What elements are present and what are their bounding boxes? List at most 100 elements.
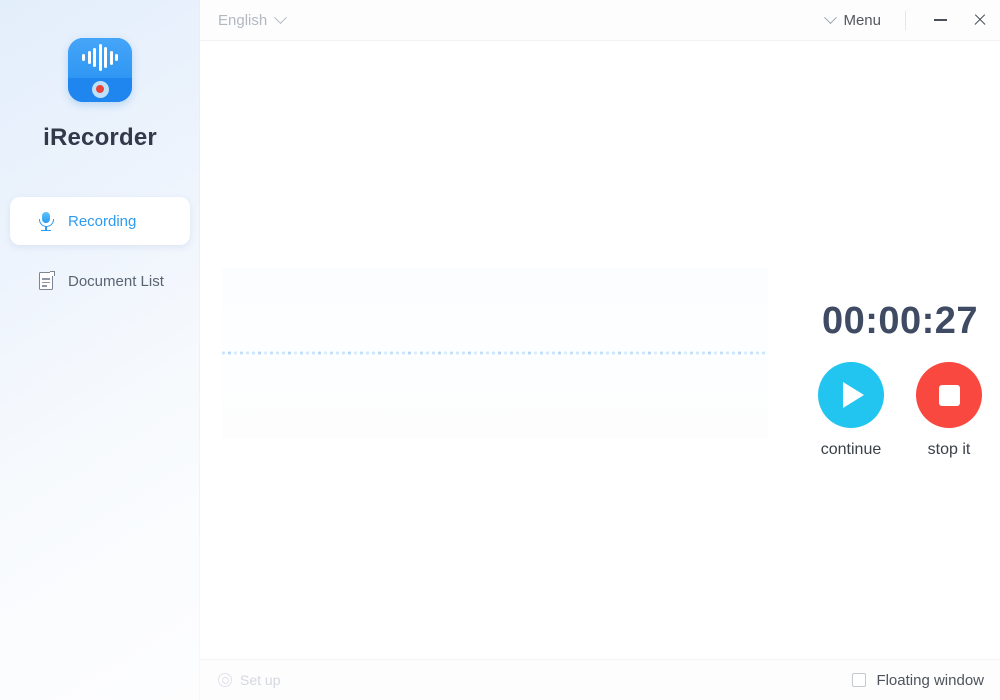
waveform-tick bbox=[426, 351, 429, 355]
titlebar: English Menu bbox=[200, 0, 1000, 41]
titlebar-right: Menu bbox=[820, 0, 1000, 40]
waveform-tick bbox=[444, 351, 447, 355]
waveform-tick bbox=[348, 351, 351, 355]
sidebar-item-label: Recording bbox=[68, 212, 137, 230]
waveform-track bbox=[222, 351, 768, 355]
waveform-tick bbox=[276, 351, 279, 355]
language-selector[interactable]: English bbox=[218, 10, 288, 29]
recorder-controls: continue stop it bbox=[800, 362, 1000, 459]
page-title: iRecorder bbox=[43, 124, 157, 151]
waveform-tick bbox=[714, 351, 717, 355]
floating-window-label: Floating window bbox=[876, 671, 984, 689]
waveform-tick bbox=[624, 351, 627, 355]
sidebar-item-recording[interactable]: Recording bbox=[10, 197, 190, 245]
waveform-tick bbox=[534, 351, 537, 355]
waveform-tick bbox=[642, 351, 645, 355]
waveform-tick bbox=[504, 351, 507, 355]
recorder-waveform-icon bbox=[68, 38, 132, 102]
waveform-tick bbox=[270, 351, 273, 355]
waveform-tick bbox=[612, 351, 615, 355]
titlebar-divider bbox=[905, 10, 906, 30]
waveform-tick bbox=[468, 351, 471, 355]
sidebar-item-label: Document List bbox=[68, 272, 164, 290]
waveform-tick bbox=[540, 351, 543, 355]
waveform-tick bbox=[498, 351, 501, 355]
waveform-tick bbox=[576, 351, 579, 355]
waveform-tick bbox=[744, 351, 747, 355]
recorder-content: 00:00:27 continue stop it bbox=[200, 41, 1000, 659]
waveform-tick bbox=[432, 351, 435, 355]
waveform-tick bbox=[750, 351, 753, 355]
waveform-tick bbox=[264, 351, 267, 355]
waveform-tick bbox=[720, 351, 723, 355]
sidebar-nav: Recording Document List bbox=[0, 197, 200, 317]
sidebar-item-document-list[interactable]: Document List bbox=[10, 257, 190, 305]
waveform-tick bbox=[480, 351, 483, 355]
waveform-tick bbox=[666, 351, 669, 355]
waveform-tick bbox=[378, 351, 381, 355]
waveform-tick bbox=[360, 351, 363, 355]
document-icon bbox=[36, 270, 56, 292]
stop-button[interactable]: stop it bbox=[916, 362, 982, 459]
waveform-tick bbox=[222, 351, 225, 355]
waveform-tick bbox=[372, 351, 375, 355]
waveform-tick bbox=[684, 351, 687, 355]
menu-label: Menu bbox=[843, 11, 881, 29]
waveform-tick bbox=[756, 351, 759, 355]
waveform-tick bbox=[762, 351, 765, 355]
chevron-down-icon bbox=[824, 10, 838, 24]
waveform-tick bbox=[330, 351, 333, 355]
waveform-tick bbox=[528, 351, 531, 355]
waveform-tick bbox=[294, 351, 297, 355]
waveform-tick bbox=[558, 351, 561, 355]
waveform-panel[interactable] bbox=[222, 268, 768, 438]
waveform-tick bbox=[618, 351, 621, 355]
waveform-tick bbox=[234, 351, 237, 355]
waveform-tick bbox=[588, 351, 591, 355]
waveform-tick bbox=[654, 351, 657, 355]
minimize-button[interactable] bbox=[920, 0, 960, 41]
play-icon bbox=[818, 362, 884, 428]
continue-button[interactable]: continue bbox=[818, 362, 884, 459]
waveform-tick bbox=[246, 351, 249, 355]
waveform-bars bbox=[68, 38, 132, 78]
setup-label: Set up bbox=[240, 672, 281, 688]
waveform-tick bbox=[456, 351, 459, 355]
waveform-tick bbox=[522, 351, 525, 355]
menu-button[interactable]: Menu bbox=[820, 10, 887, 29]
waveform-tick bbox=[390, 351, 393, 355]
app-logo bbox=[68, 38, 132, 102]
waveform-tick bbox=[594, 351, 597, 355]
waveform-tick bbox=[690, 351, 693, 355]
waveform-tick bbox=[726, 351, 729, 355]
waveform-tick bbox=[606, 351, 609, 355]
floating-window-checkbox[interactable] bbox=[852, 673, 867, 687]
close-icon bbox=[973, 13, 987, 27]
waveform-tick bbox=[342, 351, 345, 355]
waveform-tick bbox=[708, 351, 711, 355]
waveform-tick bbox=[396, 351, 399, 355]
waveform-tick bbox=[228, 351, 231, 355]
setup-button[interactable]: Set up bbox=[218, 672, 280, 688]
waveform-tick bbox=[306, 351, 309, 355]
waveform-tick bbox=[732, 351, 735, 355]
waveform-tick bbox=[582, 351, 585, 355]
language-label: English bbox=[218, 11, 268, 29]
waveform-tick bbox=[648, 351, 651, 355]
waveform-tick bbox=[660, 351, 663, 355]
waveform-tick bbox=[408, 351, 411, 355]
waveform-tick bbox=[336, 351, 339, 355]
close-button[interactable] bbox=[960, 0, 1000, 41]
waveform-tick bbox=[312, 351, 315, 355]
waveform-tick bbox=[492, 351, 495, 355]
waveform-tick bbox=[282, 351, 285, 355]
chevron-down-icon bbox=[274, 10, 288, 24]
waveform-tick bbox=[570, 351, 573, 355]
waveform-tick bbox=[486, 351, 489, 355]
waveform-tick bbox=[300, 351, 303, 355]
waveform-tick bbox=[354, 351, 357, 355]
floating-window-toggle[interactable]: Floating window bbox=[852, 672, 984, 689]
footer-bar: Set up Floating window bbox=[200, 659, 1000, 700]
waveform-tick bbox=[414, 351, 417, 355]
waveform-tick bbox=[318, 351, 321, 355]
